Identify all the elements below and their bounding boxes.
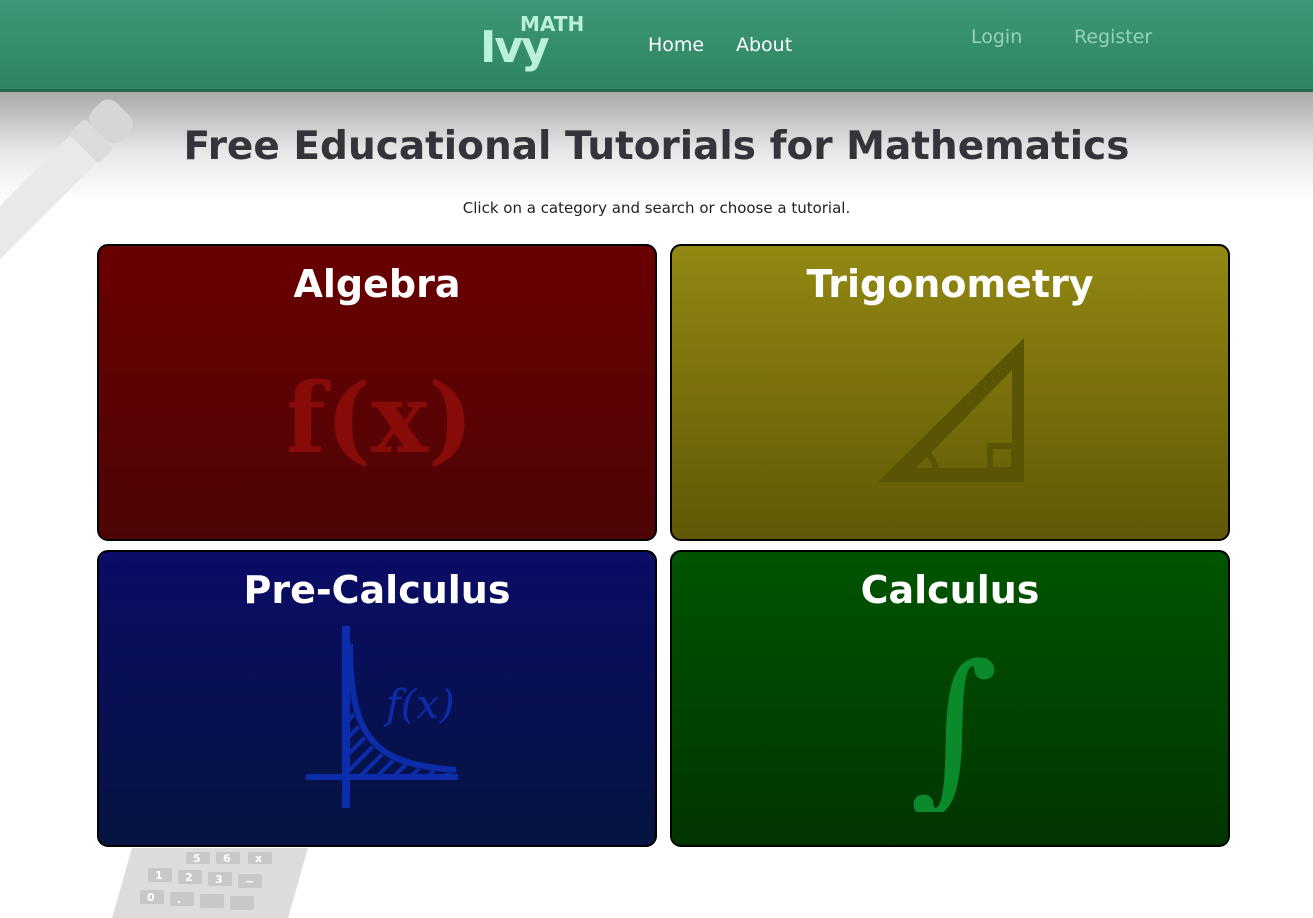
nav-home-link[interactable]: Home (648, 32, 704, 58)
calc-key-2: 2 (185, 871, 193, 884)
calc-key-x: x (255, 852, 262, 865)
calculus-symbol: ∫ (910, 629, 999, 812)
calculator-decoration-icon: 5 6 x 1 2 3 − 0 . (112, 848, 308, 918)
nav-about-link[interactable]: About (736, 32, 792, 58)
register-link[interactable]: Register (1074, 24, 1152, 50)
calc-key-6: 6 (223, 852, 231, 865)
logo-superscript: MATH (520, 12, 585, 36)
pre-calculus-symbol: f(x) (383, 682, 455, 728)
calc-key-5: 5 (193, 852, 201, 865)
integral-icon: ∫ (910, 629, 999, 812)
page-subtitle: Click on a category and search or choose… (462, 199, 851, 217)
category-title-trigonometry: Trigonometry (806, 262, 1094, 306)
ivy-math-logo[interactable]: Ivy MATH (478, 10, 588, 74)
category-card-algebra[interactable]: Algebra f(x) (97, 244, 657, 541)
category-card-calculus[interactable]: Calculus ∫ (670, 550, 1230, 847)
page-title: Free Educational Tutorials for Mathemati… (183, 124, 1130, 169)
category-card-pre-calculus[interactable]: Pre-Calculus f(x) (97, 550, 657, 847)
fx-icon: f(x) (289, 362, 469, 475)
category-title-calculus: Calculus (860, 568, 1040, 612)
function-graph-icon: f(x) (306, 626, 458, 808)
triangle-icon (878, 338, 1024, 482)
category-title-pre-calculus: Pre-Calculus (243, 568, 511, 612)
calc-key-3: 3 (215, 873, 223, 886)
category-card-trigonometry[interactable]: Trigonometry (670, 244, 1230, 541)
category-title-algebra: Algebra (293, 262, 461, 306)
calc-key-1: 1 (155, 869, 163, 882)
calc-key-minus: − (245, 875, 254, 888)
login-link[interactable]: Login (971, 24, 1022, 50)
calc-key-0: 0 (147, 891, 155, 904)
calc-key-dot: . (177, 893, 181, 906)
algebra-symbol: f(x) (289, 362, 469, 475)
